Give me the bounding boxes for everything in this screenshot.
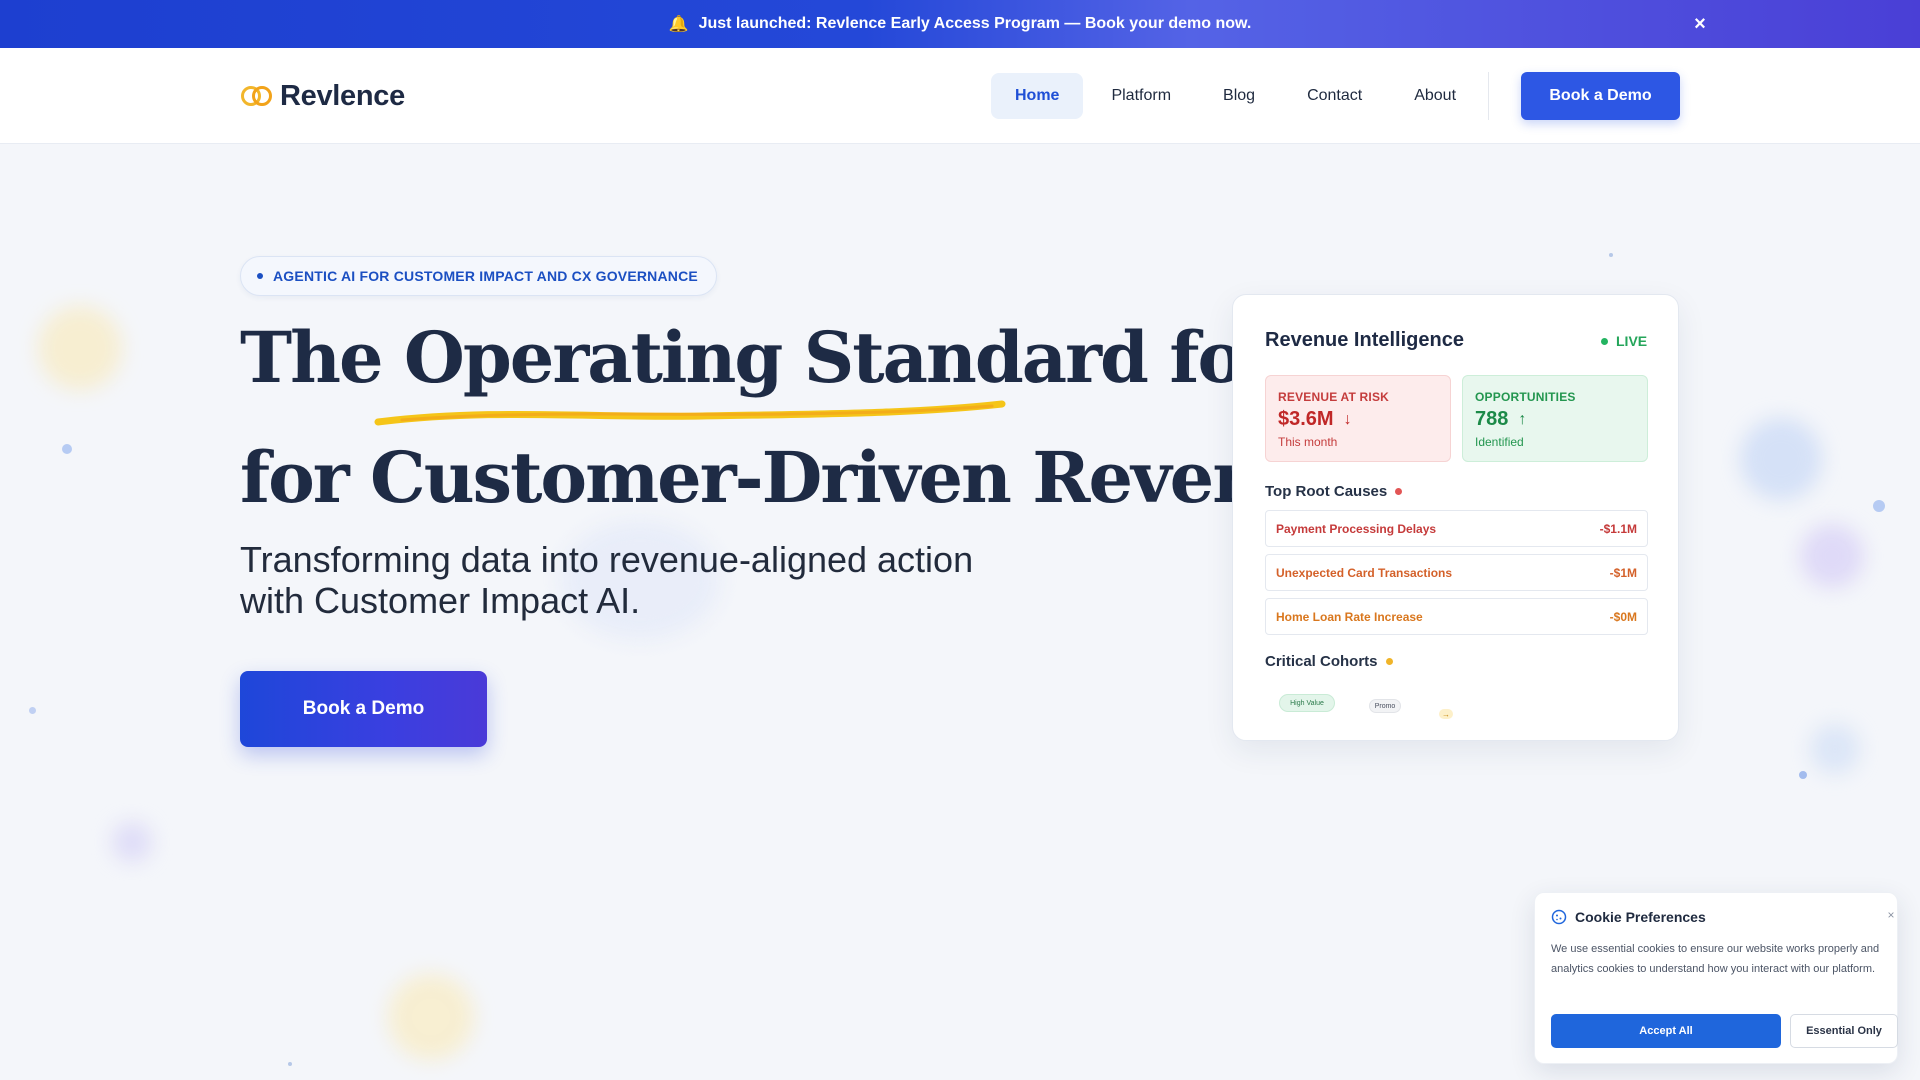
decorative-dot — [1609, 253, 1613, 257]
root-cause-impact: -$1M — [1609, 565, 1637, 580]
section-title-text: Critical Cohorts — [1265, 653, 1378, 670]
stat-label: OPPORTUNITIES — [1475, 390, 1576, 404]
announcement-bar: 🔔 Just launched: Revlence Early Access P… — [0, 0, 1920, 48]
nav-item-platform[interactable]: Platform — [1087, 73, 1195, 119]
decorative-dot — [62, 444, 72, 454]
opportunities-stat: OPPORTUNITIES 788 ↑ Identified — [1462, 375, 1648, 462]
stat-value-text: 788 — [1475, 408, 1509, 430]
nav-item-blog[interactable]: Blog — [1199, 73, 1279, 119]
decorative-dot — [29, 707, 36, 714]
critical-cohorts-title: Critical Cohorts — [1265, 653, 1393, 670]
main-nav: Home Platform Blog Contact About — [991, 72, 1484, 120]
root-cause-row[interactable]: Unexpected Card Transactions -$1M — [1265, 554, 1648, 591]
decorative-blob — [388, 974, 474, 1060]
close-icon[interactable]: × — [1883, 907, 1899, 923]
root-cause-impact: -$0M — [1609, 609, 1637, 624]
decorative-dot — [1873, 500, 1885, 512]
decorative-blob — [112, 822, 152, 862]
accept-all-button[interactable]: Accept All — [1551, 1014, 1781, 1048]
subhead-line-1: Transforming data into revenue-aligned a… — [240, 539, 974, 580]
stat-value: 788 ↑ — [1475, 408, 1635, 431]
cookie-icon — [1551, 909, 1567, 925]
revenue-intelligence-card: Revenue Intelligence LIVE REVENUE AT RIS… — [1232, 294, 1679, 741]
decorative-blob — [1740, 418, 1822, 500]
arrow-down-icon: ↓ — [1343, 410, 1352, 428]
root-cause-name: Home Loan Rate Increase — [1276, 609, 1423, 624]
book-demo-hero-button[interactable]: Book a Demo — [240, 671, 487, 747]
headline-line-1: The Operating Standard for — [240, 316, 1279, 399]
decorative-blob — [1810, 724, 1860, 774]
site-header: Revlence Home Platform Blog Contact Abou… — [0, 48, 1920, 144]
rings-logo-icon — [241, 86, 272, 106]
close-icon[interactable]: × — [1688, 12, 1712, 36]
headline-underline-stroke — [374, 400, 1006, 426]
stat-sub: Identified — [1475, 435, 1524, 449]
brand-name: Revlence — [280, 79, 405, 112]
badge-dot-icon — [257, 273, 263, 279]
stat-label: REVENUE AT RISK — [1278, 390, 1390, 404]
subhead-line-2: with Customer Impact AI. — [240, 580, 641, 621]
nav-item-about[interactable]: About — [1390, 73, 1480, 119]
root-causes-title: Top Root Causes — [1265, 483, 1403, 500]
logo[interactable]: Revlence — [240, 78, 405, 114]
cookie-description: We use essential cookies to ensure our w… — [1551, 943, 1880, 975]
cohort-chip-promo[interactable]: Promo — [1369, 699, 1401, 713]
arrow-up-icon: ↑ — [1518, 410, 1527, 428]
nav-divider — [1488, 72, 1489, 120]
book-demo-header-button[interactable]: Book a Demo — [1521, 72, 1680, 120]
nav-item-contact[interactable]: Contact — [1283, 73, 1386, 119]
stat-sub: This month — [1278, 435, 1338, 449]
stat-value-text: $3.6M — [1278, 408, 1334, 430]
bell-icon: 🔔 — [668, 16, 689, 33]
decorative-blob — [1800, 524, 1864, 588]
hero-subheading: Transforming data into revenue-aligned a… — [240, 539, 1040, 621]
cookie-title: Cookie Preferences — [1575, 909, 1706, 925]
essential-only-button[interactable]: Essential Only — [1790, 1014, 1898, 1048]
announcement-text[interactable]: Just launched: Revlence Early Access Pro… — [699, 15, 1252, 33]
decorative-dot — [288, 1062, 292, 1066]
live-dot-icon — [1601, 337, 1608, 345]
section-title-text: Top Root Causes — [1265, 483, 1388, 500]
decorative-blob — [38, 306, 122, 390]
revenue-at-risk-stat: REVENUE AT RISK $3.6M ↓ This month — [1265, 375, 1451, 462]
headline-line-2: for Customer-Driven Revenue — [240, 436, 1355, 519]
live-label: LIVE — [1616, 333, 1648, 349]
stat-value: $3.6M ↓ — [1278, 408, 1438, 431]
cohort-chip-arrow[interactable]: → — [1439, 709, 1453, 719]
live-indicator: LIVE — [1601, 333, 1647, 349]
status-dot-icon — [1395, 488, 1403, 495]
badge-text: AGENTIC AI FOR CUSTOMER IMPACT AND CX GO… — [273, 268, 698, 284]
root-cause-row[interactable]: Home Loan Rate Increase -$0M — [1265, 598, 1648, 635]
cohort-chip-high-value[interactable]: High Value — [1279, 694, 1335, 712]
card-title: Revenue Intelligence — [1265, 329, 1464, 351]
root-cause-name: Payment Processing Delays — [1276, 521, 1437, 536]
status-dot-icon — [1385, 658, 1393, 665]
root-cause-row[interactable]: Payment Processing Delays -$1.1M — [1265, 510, 1648, 547]
cookie-preferences-popup: Cookie Preferences × We use essential co… — [1534, 892, 1898, 1064]
nav-item-home[interactable]: Home — [991, 73, 1084, 119]
decorative-dot — [1799, 771, 1807, 779]
root-cause-name: Unexpected Card Transactions — [1276, 565, 1453, 580]
cookie-header: Cookie Preferences — [1551, 909, 1706, 925]
hero-badge: AGENTIC AI FOR CUSTOMER IMPACT AND CX GO… — [240, 256, 717, 296]
root-cause-impact: -$1.1M — [1599, 521, 1637, 536]
